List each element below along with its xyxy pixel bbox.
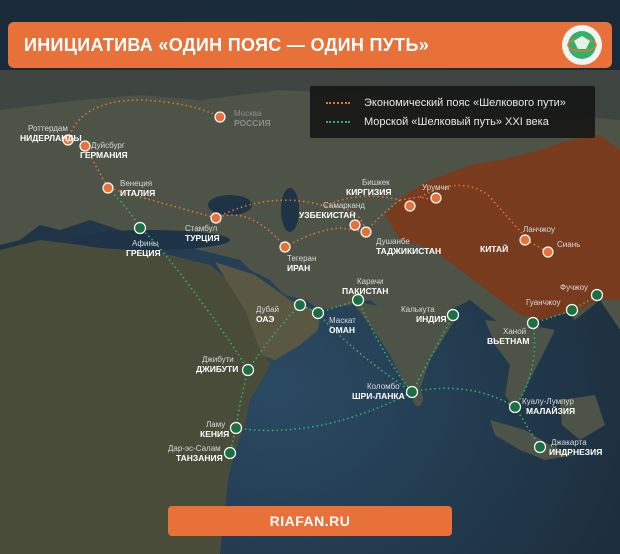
marker-jakarta [533,440,547,454]
label-city-kolkata: Калькута [401,305,435,314]
label-city-jakarta: Джакарта [551,438,587,447]
label-country-dubai: ОАЭ [256,314,274,324]
label-country-athens: ГРЕЦИЯ [126,248,161,258]
legend-swatch-orange [326,102,350,104]
label-city-tehran: Тегеран [287,254,316,263]
label-city-dushanbe: Душанбе [376,237,410,246]
label-country-lamu: КЕНИЯ [200,429,229,439]
legend: Экономический пояс «Шелкового пути» Морс… [310,86,595,138]
caspian-sea [281,188,299,232]
label-city-duisburg: Дуйсбург [91,141,125,150]
marker-tehran [279,241,291,253]
label-city-urumqi: Урумчи [422,183,449,192]
label-city-istanbul: Стамбул [185,224,217,233]
marker-samarkand [349,219,361,231]
marker-istanbul [210,212,222,224]
label-country-djibouti: ДЖИБУТИ [196,364,238,374]
marker-djibouti [241,363,255,377]
label-country-tehran: ИРАН [287,263,310,273]
label-country-samarkand: УЗБЕКИСТАН [299,210,356,220]
marker-venice [102,182,114,194]
globe-icon [567,31,597,59]
label-city-dar: Дар-эс-Салам [168,444,221,453]
map: Роттердам НИДЕРЛАНДЫ Дуйсбург ГЕРМАНИЯ М… [0,0,620,554]
label-country-bishkek: КИРГИЗИЯ [346,187,391,197]
label-city-lanzhou: Ланчжоу [523,225,555,234]
label-country-china: КИТАЙ [480,243,508,254]
label-city-hanoi: Ханой [503,327,526,336]
footer-banner[interactable]: RIAFAN.RU [168,506,452,536]
marker-dushanbe [360,226,372,238]
marker-colombo [405,385,419,399]
marker-lamu [229,421,243,435]
marker-xian [542,246,554,258]
label-city-fuzhou: Фучжоу [560,283,588,292]
marker-moscow [214,111,226,123]
label-city-xian: Сиань [557,240,580,249]
label-city-dubai: Дубай [256,305,279,314]
label-city-bishkek: Бишкек [362,178,390,187]
label-country-karachi: ПАКИСТАН [342,286,388,296]
legend-label-economic-belt: Экономический пояс «Шелкового пути» [364,97,566,109]
label-country-rotterdam: НИДЕРЛАНДЫ [20,133,82,143]
label-city-muscat: Маскат [329,316,356,325]
label-city-kualalumpur: Куалу-Лумпур [522,397,574,406]
marker-fuzhou [590,288,604,302]
label-country-duisburg: ГЕРМАНИЯ [80,150,128,160]
legend-label-maritime-road: Морской «Шелковый путь» XXI века [364,116,549,128]
marker-urumqi [430,192,442,204]
marker-dubai [293,298,307,312]
marker-muscat [311,306,325,320]
label-country-istanbul: ТУРЦИЯ [185,233,220,243]
marker-bishkek [404,200,416,212]
label-country-kualalumpur: МАЛАЙЗИЯ [526,405,575,416]
marker-athens [133,221,147,235]
label-country-hanoi: ВЬЕТНАМ [487,336,529,346]
label-city-athens: Афины [132,239,159,248]
marker-karachi [351,293,365,307]
label-city-samarkand: Самарканд [323,201,365,210]
label-city-rotterdam: Роттердам [28,124,68,133]
label-country-kolkata: ИНДИЯ [416,314,447,324]
label-country-muscat: ОМАН [329,325,355,335]
legend-item-maritime-road: Морской «Шелковый путь» XXI века [326,113,549,131]
site-link[interactable]: RIAFAN.RU [168,506,452,536]
label-country-venice: ИТАЛИЯ [120,188,155,198]
label-country-jakarta: ИНДРНЕЗИЯ [549,447,602,457]
page-title: ИНИЦИАТИВА «ОДИН ПОЯС — ОДИН ПУТЬ» [24,35,430,55]
label-city-lamu: Ламу [206,420,225,429]
label-city-moscow: Москва [234,109,262,118]
label-city-djibouti: Джибути [202,355,234,364]
marker-dar [223,446,237,460]
marker-kualalumpur [508,400,522,414]
marker-lanzhou [519,234,531,246]
label-country-moscow: РОССИЯ [234,118,271,128]
label-city-colombo: Коломбо [367,382,400,391]
legend-item-economic-belt: Экономический пояс «Шелкового пути» [326,94,566,112]
black-sea [208,195,252,215]
label-city-guangzhou: Гуанчжоу [526,298,560,307]
header-banner: ИНИЦИАТИВА «ОДИН ПОЯС — ОДИН ПУТЬ» [8,22,612,68]
legend-swatch-green [326,121,350,123]
label-country-colombo: ШРИ-ЛАНКА [352,391,405,401]
label-city-karachi: Карачи [357,277,383,286]
marker-kolkata [446,308,460,322]
marker-hanoi [526,316,540,330]
marker-guangzhou [565,303,579,317]
riafan-logo [562,25,602,65]
label-country-dushanbe: ТАДЖИКИСТАН [376,246,441,256]
label-city-venice: Венеция [120,179,152,188]
label-country-dar: ТАНЗАНИЯ [176,453,223,463]
